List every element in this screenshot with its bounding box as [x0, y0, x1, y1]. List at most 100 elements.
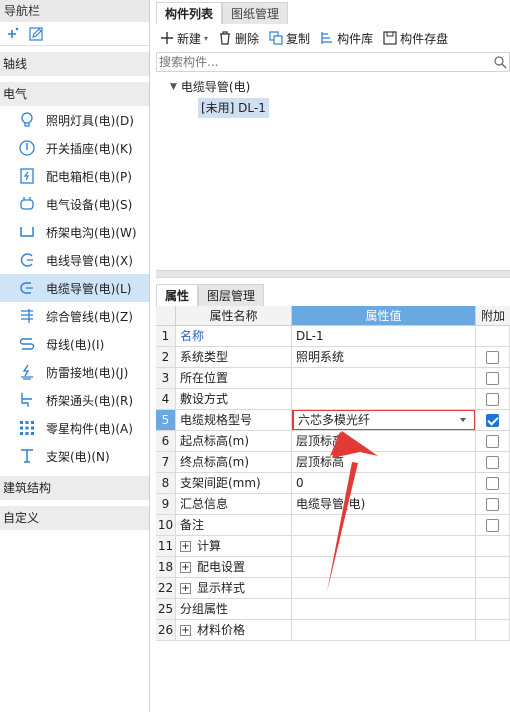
- edit-icon[interactable]: [28, 26, 44, 42]
- tab-component-list[interactable]: 构件列表: [156, 2, 223, 24]
- new-button-label: 新建: [177, 31, 202, 46]
- property-name-label: 配电设置: [197, 560, 246, 574]
- table-row[interactable]: 22 + 显示样式: [156, 578, 510, 599]
- nav-item-distribution-box[interactable]: 配电箱柜(电)(P): [0, 162, 149, 190]
- row-number: 10: [156, 515, 176, 536]
- nav-item-misc-component[interactable]: 零星构件(电)(A): [0, 414, 149, 442]
- chevron-down-icon[interactable]: [460, 418, 466, 422]
- property-value[interactable]: 照明系统: [292, 347, 476, 368]
- nav-item-busbar[interactable]: 母线(电)(I): [0, 330, 149, 358]
- property-value[interactable]: [292, 536, 476, 557]
- attach-checkbox[interactable]: [486, 350, 499, 364]
- attach-checkbox[interactable]: [486, 413, 499, 427]
- tab-properties[interactable]: 属性: [156, 284, 199, 306]
- component-tabs: 构件列表 图纸管理: [156, 2, 289, 24]
- category-custom[interactable]: 自定义: [0, 506, 149, 530]
- table-row[interactable]: 7 终点标高(m) 层顶标高: [156, 452, 510, 473]
- nav-item-switch-socket[interactable]: 开关插座(电)(K): [0, 134, 149, 162]
- library-button[interactable]: 构件库: [320, 30, 373, 47]
- property-value[interactable]: 层顶标高: [292, 452, 476, 473]
- tree-expand-icon[interactable]: ▼: [170, 82, 177, 92]
- lightning-ground-icon: [16, 361, 38, 383]
- property-name-label: 电缆规格型号: [180, 413, 253, 427]
- property-value-label: 层顶标高: [296, 434, 345, 448]
- tray-connector-icon: [16, 389, 38, 411]
- pane-splitter[interactable]: [156, 270, 510, 278]
- nav-item-lightning-ground[interactable]: 防雷接地(电)(J): [0, 358, 149, 386]
- table-row[interactable]: 18 + 配电设置: [156, 557, 510, 578]
- tree-node-parent[interactable]: ▼ 电缆导管(电): [170, 78, 250, 95]
- property-name-label: 起点标高(m): [180, 434, 250, 448]
- value-dropdown[interactable]: 六芯多模光纤: [292, 410, 475, 430]
- nav-item-wire-conduit[interactable]: 电线导管(电)(X): [0, 246, 149, 274]
- table-row[interactable]: 5 电缆规格型号 六芯多模光纤: [156, 410, 510, 431]
- expand-icon[interactable]: +: [180, 583, 191, 594]
- property-value[interactable]: [292, 389, 476, 410]
- delete-button[interactable]: 删除: [218, 30, 259, 47]
- attach-checkbox[interactable]: [486, 518, 499, 532]
- property-value[interactable]: 电缆导管(电): [292, 494, 476, 515]
- nav-item-combined-pipeline[interactable]: 综合管线(电)(Z): [0, 302, 149, 330]
- nav-item-cable-tray[interactable]: 桥架电沟(电)(W): [0, 218, 149, 246]
- cable-tray-icon: [16, 221, 38, 243]
- table-row[interactable]: 3 所在位置: [156, 368, 510, 389]
- tree-node-child[interactable]: [未用] DL-1: [198, 98, 269, 118]
- table-row[interactable]: 4 敷设方式: [156, 389, 510, 410]
- nav-title: 导航栏: [0, 0, 149, 22]
- table-row[interactable]: 25 分组属性: [156, 599, 510, 620]
- expand-icon[interactable]: +: [180, 541, 191, 552]
- table-row[interactable]: 8 支架间距(mm) 0: [156, 473, 510, 494]
- copy-button[interactable]: 复制: [269, 30, 310, 47]
- category-building[interactable]: 建筑结构: [0, 476, 149, 500]
- nav-item-bracket[interactable]: 支架(电)(N): [0, 442, 149, 470]
- category-axis[interactable]: 轴线: [0, 52, 149, 76]
- property-value[interactable]: [292, 620, 476, 641]
- category-electric[interactable]: 电气: [0, 82, 149, 106]
- nav-item-label: 母线(电)(I): [46, 337, 105, 352]
- property-value[interactable]: [292, 557, 476, 578]
- expand-icon[interactable]: +: [180, 625, 191, 636]
- property-value[interactable]: DL-1: [292, 326, 476, 347]
- table-row[interactable]: 2 系统类型 照明系统: [156, 347, 510, 368]
- property-value[interactable]: 六芯多模光纤: [292, 410, 476, 431]
- nav-item-label: 桥架电沟(电)(W): [46, 225, 137, 240]
- property-name: 分组属性: [176, 599, 292, 620]
- property-value[interactable]: [292, 515, 476, 536]
- nav-item-electric-device[interactable]: 电气设备(电)(S): [0, 190, 149, 218]
- property-name: + 配电设置: [176, 557, 292, 578]
- table-row[interactable]: 1 名称 DL-1: [156, 326, 510, 347]
- property-value[interactable]: [292, 368, 476, 389]
- attach-checkbox[interactable]: [486, 434, 499, 448]
- attach-checkbox[interactable]: [486, 455, 499, 469]
- property-value[interactable]: [292, 578, 476, 599]
- tab-layer-manager[interactable]: 图层管理: [198, 284, 265, 306]
- attach-checkbox[interactable]: [486, 392, 499, 406]
- expand-icon[interactable]: +: [180, 562, 191, 573]
- attach-checkbox[interactable]: [486, 371, 499, 385]
- nav-item-label: 零星构件(电)(A): [46, 421, 133, 436]
- add-icon[interactable]: [4, 26, 20, 42]
- table-row[interactable]: 11 + 计算: [156, 536, 510, 557]
- nav-item-lighting[interactable]: 照明灯具(电)(D): [0, 106, 149, 134]
- nav-item-tray-connector[interactable]: 桥架通头(电)(R): [0, 386, 149, 414]
- save-component-button[interactable]: 构件存盘: [383, 30, 448, 47]
- tab-drawing-manager[interactable]: 图纸管理: [222, 2, 289, 24]
- header-name: 属性名称: [176, 306, 292, 326]
- lightbulb-icon: [16, 109, 38, 131]
- new-button[interactable]: 新建 ▾: [160, 30, 208, 47]
- table-row[interactable]: 26 + 材料价格: [156, 620, 510, 641]
- new-icon: [161, 32, 173, 44]
- search-input[interactable]: [157, 53, 497, 71]
- attach-checkbox[interactable]: [486, 497, 499, 511]
- attach-checkbox[interactable]: [486, 476, 499, 490]
- property-value[interactable]: [292, 599, 476, 620]
- nav-item-cable-conduit[interactable]: 电缆导管(电)(L): [0, 274, 149, 302]
- table-row[interactable]: 9 汇总信息 电缆导管(电): [156, 494, 510, 515]
- nav-item-label: 电气设备(电)(S): [46, 197, 133, 212]
- chevron-down-icon[interactable]: ▾: [204, 34, 208, 43]
- property-value[interactable]: 0: [292, 473, 476, 494]
- property-value[interactable]: 层顶标高: [292, 431, 476, 452]
- table-row[interactable]: 10 备注: [156, 515, 510, 536]
- table-row[interactable]: 6 起点标高(m) 层顶标高: [156, 431, 510, 452]
- search-icon[interactable]: [493, 55, 507, 72]
